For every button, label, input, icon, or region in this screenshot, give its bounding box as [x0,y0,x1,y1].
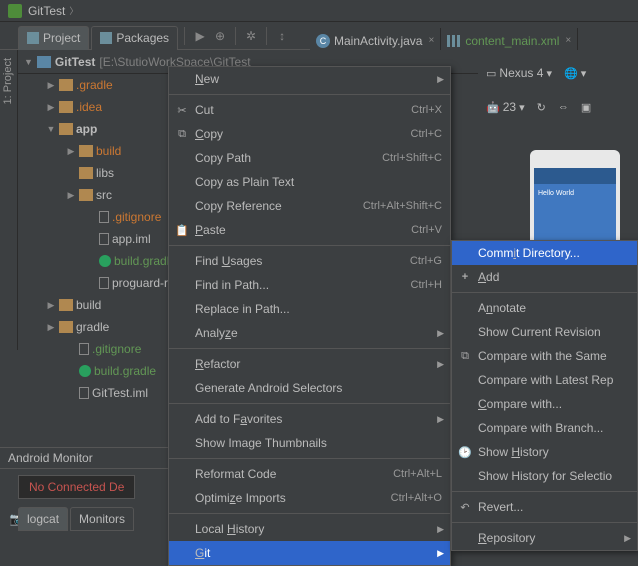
app-icon [8,4,22,18]
menu-copy[interactable]: ⧉CopyCtrl+C [169,122,450,146]
separator [169,94,450,95]
crumb-root[interactable]: GitTest [55,55,95,69]
menu-findinpath[interactable]: Find in Path...Ctrl+H [169,273,450,297]
menu-copyref[interactable]: Copy ReferenceCtrl+Alt+Shift+C [169,194,450,218]
window-titlebar: GitTest 〉 [0,0,638,22]
api-selector[interactable]: 🤖23 ▾ [482,98,529,116]
menu-cmplatest[interactable]: Compare with Latest Rep [452,368,637,392]
menu-replaceinpath[interactable]: Replace in Path... [169,297,450,321]
copy-icon: ⧉ [175,127,189,141]
separator [169,458,450,459]
tab-monitors[interactable]: Monitors [70,507,134,531]
separator [452,491,637,492]
plus-icon: + [458,270,472,284]
separator [169,348,450,349]
run-icon[interactable]: ▶ [191,27,209,45]
menu-showhistsel[interactable]: Show History for Selectio [452,464,637,488]
separator [184,27,185,45]
menu-copyplain[interactable]: Copy as Plain Text [169,170,450,194]
folder-icon [37,56,51,68]
git-submenu: Commit Directory... +Add Annotate Show C… [451,240,638,551]
packages-tab-label: Packages [116,31,169,45]
project-tab-label: Project [43,31,80,45]
tab-label: content_main.xml [465,34,559,48]
menu-findusages[interactable]: Find UsagesCtrl+G [169,249,450,273]
menu-showrev[interactable]: Show Current Revision [452,320,637,344]
separator [169,245,450,246]
project-icon [27,32,39,44]
scissors-icon: ✂ [175,103,189,117]
menu-reformat[interactable]: Reformat CodeCtrl+Alt+L [169,462,450,486]
no-connected-devices: No Connected De [18,471,135,503]
device-selector[interactable]: ▭ Nexus 4 ▾ [482,64,556,82]
context-menu: New▶ ✂CutCtrl+X ⧉CopyCtrl+C Copy PathCtr… [168,66,451,566]
menu-addfav[interactable]: Add to Favorites▶ [169,407,450,431]
separator [235,27,236,45]
menu-optimize[interactable]: Optimize ImportsCtrl+Alt+O [169,486,450,510]
menu-localhistory[interactable]: Local History▶ [169,517,450,541]
refresh-icon[interactable]: ↻ [533,99,550,116]
menu-analyze[interactable]: Analyze▶ [169,321,450,345]
menu-cmpbranch[interactable]: Compare with Branch... [452,416,637,440]
tab-label: MainActivity.java [334,34,422,48]
separator [169,513,450,514]
bottom-tabs: logcat Monitors [18,505,134,533]
revert-icon: ↶ [458,500,472,514]
menu-cut[interactable]: ✂CutCtrl+X [169,98,450,122]
paste-icon: 📋 [175,223,189,237]
close-icon[interactable]: × [428,35,434,46]
design-toolbar: ▭ Nexus 4 ▾ 🌐 ▾ 🤖23 ▾ ↻ ⇔ ▣ [478,54,638,126]
window-title: GitTest [28,4,65,18]
menu-showthumb[interactable]: Show Image Thumbnails [169,431,450,455]
history-icon: 🕑 [458,445,472,459]
side-strip-label: 1: Project [0,50,16,112]
preview-text: Hello World [538,190,574,197]
java-class-icon: C [316,34,330,48]
side-strip[interactable]: 1: Project [0,50,18,350]
menu-annotate[interactable]: Annotate [452,296,637,320]
separator [452,522,637,523]
menu-add[interactable]: +Add [452,265,637,289]
menu-commit-directory[interactable]: Commit Directory... [452,241,637,265]
monitor-label: Android Monitor [8,451,93,465]
separator [452,292,637,293]
close-icon[interactable]: × [565,35,571,46]
menu-cmpwith[interactable]: Compare with... [452,392,637,416]
menu-paste[interactable]: 📋PasteCtrl+V [169,218,450,242]
tab-logcat[interactable]: logcat [18,507,68,531]
project-tab[interactable]: Project [18,26,89,50]
tree-expand-icon[interactable]: ▼ [24,57,33,67]
menu-revert[interactable]: ↶Revert... [452,495,637,519]
chevron-right-icon: 〉 [69,4,78,17]
menu-copypath[interactable]: Copy PathCtrl+Shift+C [169,146,450,170]
zoom-icon[interactable]: ▣ [577,99,595,116]
target-icon[interactable]: ⊕ [211,27,229,45]
collapse-icon[interactable]: ↕ [273,27,291,45]
menu-repository[interactable]: Repository▶ [452,526,637,550]
noconn-label: No Connected De [18,475,135,499]
separator [266,27,267,45]
layout-icon [447,35,461,47]
menu-showhist[interactable]: 🕑Show History [452,440,637,464]
packages-icon [100,32,112,44]
gear-icon[interactable]: ✲ [242,27,260,45]
menu-new[interactable]: New▶ [169,67,450,91]
packages-tab[interactable]: Packages [91,26,178,50]
compare-icon: ⧉ [458,349,472,363]
menu-cmpsame[interactable]: ⧉Compare with the Same [452,344,637,368]
menu-genandroid[interactable]: Generate Android Selectors [169,376,450,400]
menu-refactor[interactable]: Refactor▶ [169,352,450,376]
fit-icon[interactable]: ⇔ [554,99,573,115]
menu-git[interactable]: Git▶ [169,541,450,565]
separator [169,403,450,404]
globe-icon[interactable]: 🌐 ▾ [560,65,590,82]
